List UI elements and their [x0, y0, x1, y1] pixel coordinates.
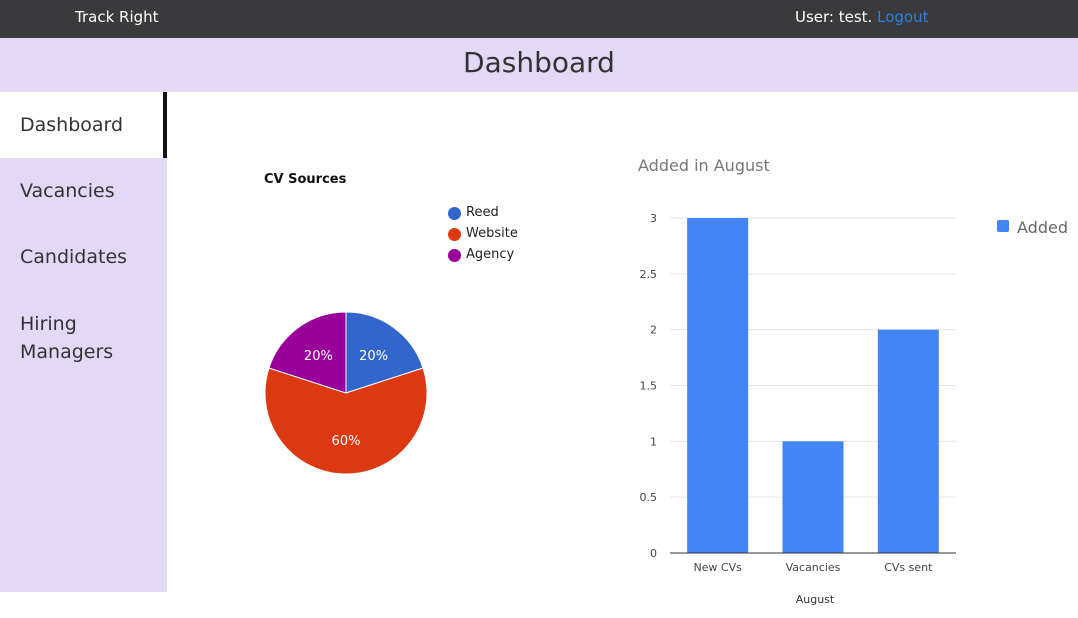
y-tick-label: 0 — [650, 547, 657, 560]
legend-dot-website — [448, 228, 461, 241]
user-label: User: test. — [795, 8, 873, 26]
y-tick-label: 0.5 — [640, 491, 658, 504]
pie-label-agency: 20% — [304, 349, 333, 364]
bar-vacancies[interactable] — [782, 441, 844, 553]
bar-legend-swatch — [997, 220, 1009, 232]
bar-chart: 0 0.5 1 1.5 2 2.5 3 New CVs Vacancies CVs sent Aug… — [640, 212, 956, 606]
top-navbar: Track Right User: test. Logout — [0, 0, 1078, 38]
legend-label-website: Website — [466, 226, 518, 241]
legend-dot-reed — [448, 207, 461, 220]
pie-chart: 20% 60% 20% — [264, 311, 428, 475]
y-tick-label: 2.5 — [640, 268, 658, 281]
x-tick-label: New CVs — [693, 561, 742, 574]
pie-label-reed: 20% — [359, 349, 388, 364]
sidebar-item-vacancies[interactable]: Vacancies — [0, 162, 167, 220]
page-title: Dashboard — [463, 46, 615, 79]
x-tick-label: Vacancies — [786, 561, 841, 574]
sidebar-item-hiring-managers[interactable]: Hiring Managers — [0, 310, 140, 370]
y-tick-label: 1.5 — [640, 380, 658, 393]
legend-label-reed: Reed — [466, 205, 499, 220]
pie-label-website: 60% — [332, 434, 361, 449]
x-tick-label: CVs sent — [884, 561, 933, 574]
bar-new-cvs[interactable] — [687, 218, 749, 553]
y-tick-label: 3 — [650, 212, 657, 225]
x-axis-label: August — [796, 593, 835, 606]
sidebar-item-candidates[interactable]: Candidates — [0, 228, 167, 286]
bar-cvs-sent[interactable] — [877, 329, 939, 553]
brand-name[interactable]: Track Right — [75, 8, 159, 26]
bar-legend-label: Added — [1017, 218, 1068, 237]
legend-label-agency: Agency — [466, 247, 515, 262]
y-tick-label: 2 — [650, 324, 657, 337]
user-area: User: test. Logout — [795, 8, 928, 26]
page-header: Dashboard — [0, 38, 1078, 92]
sidebar: Dashboard Vacancies Candidates Hiring Ma… — [0, 92, 167, 592]
logout-link[interactable]: Logout — [877, 8, 928, 26]
bar-chart-title: Added in August — [638, 156, 770, 175]
y-tick-label: 1 — [650, 435, 657, 448]
sidebar-item-dashboard[interactable]: Dashboard — [0, 92, 167, 158]
legend-dot-agency — [448, 249, 461, 262]
pie-chart-title: CV Sources — [264, 172, 347, 187]
